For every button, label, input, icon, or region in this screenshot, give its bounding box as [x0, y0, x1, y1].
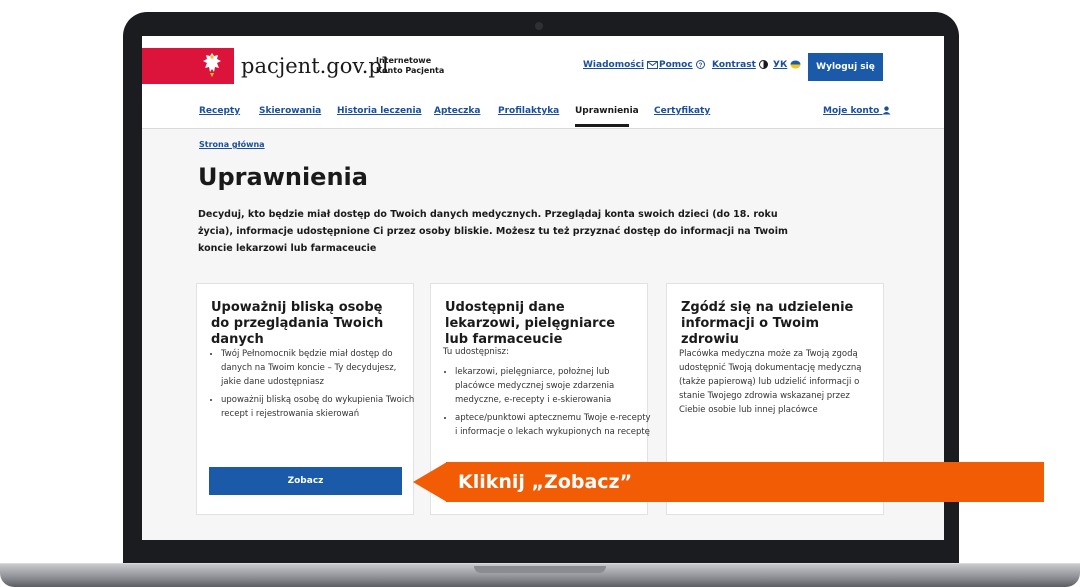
language-link[interactable]: УК	[773, 60, 801, 70]
my-account-label: Moje konto	[823, 106, 880, 116]
camera-icon	[535, 22, 543, 30]
my-account-link[interactable]: Moje konto	[823, 106, 891, 116]
svg-text:?: ?	[698, 63, 702, 69]
messages-link[interactable]: Wiadomości	[583, 60, 659, 70]
help-link[interactable]: Pomoc?	[659, 60, 705, 70]
laptop-notch	[474, 566, 606, 573]
nav-item-recepty[interactable]: Recepty	[199, 106, 240, 116]
card-lead: Tu udostępnisz:	[443, 347, 509, 357]
card-bullet-list: Twój Pełnomocnik będzie miał dostęp do d…	[209, 347, 417, 425]
callout-banner: Kliknij „Zobacz”	[446, 462, 1044, 502]
contrast-label: Kontrast	[712, 60, 756, 70]
breadcrumb-home[interactable]: Strona główna	[199, 140, 265, 149]
card-title: Zgódź się na udzielenie informacji o Two…	[681, 300, 854, 347]
callout-arrow	[413, 462, 447, 502]
list-item: lekarzowi, pielęgniarce, położnej lub pl…	[455, 365, 651, 407]
help-icon: ?	[695, 60, 705, 69]
user-icon	[882, 106, 891, 115]
contrast-icon	[758, 60, 768, 69]
nav-item-uprawnienia[interactable]: Uprawnienia	[575, 106, 639, 116]
messages-label: Wiadomości	[583, 60, 645, 70]
logo-subtitle: Internetowe Konto Pacjenta	[376, 56, 445, 75]
card-bullet-list: lekarzowi, pielęgniarce, położnej lub pl…	[443, 365, 651, 443]
list-item: aptece/punktowi aptecznemu Twoje e-recep…	[455, 411, 651, 439]
help-label: Pomoc	[659, 60, 693, 70]
active-tab-indicator	[575, 124, 629, 127]
card-text: Placówka medyczna może za Twoją zgodą ud…	[679, 349, 862, 415]
eagle-emblem-icon	[203, 53, 221, 77]
site-header: pacjent.gov.pl Internetowe Konto Pacjent…	[142, 36, 944, 86]
card-authorize-person: Upoważnij bliską osobę do przeglądania T…	[196, 283, 414, 515]
contrast-link[interactable]: Kontrast	[712, 60, 768, 70]
site-logo[interactable]: pacjent.gov.pl	[241, 54, 389, 78]
list-item: upoważnij bliską osobę do wykupienia Two…	[221, 393, 417, 421]
main-nav: Recepty Skierowania Historia leczenia Ap…	[142, 96, 944, 129]
ukraine-flag-icon	[790, 60, 801, 69]
logout-button[interactable]: Wyloguj się	[808, 53, 883, 81]
nav-item-skierowania[interactable]: Skierowania	[259, 106, 321, 116]
mail-icon	[647, 60, 659, 69]
page-title: Uprawnienia	[198, 163, 368, 191]
nav-item-historia-leczenia[interactable]: Historia leczenia	[337, 106, 422, 116]
card-title: Udostępnij dane lekarzowi, pielęgniarce …	[445, 300, 616, 347]
language-label: УК	[773, 60, 788, 70]
nav-item-profilaktyka[interactable]: Profilaktyka	[498, 106, 559, 116]
nav-item-certyfikaty[interactable]: Certyfikaty	[654, 106, 710, 116]
nav-item-apteczka[interactable]: Apteczka	[434, 106, 480, 116]
page-description: Decyduj, kto będzie miał dostęp do Twoic…	[198, 209, 788, 254]
see-button[interactable]: Zobacz	[209, 467, 402, 495]
list-item: Twój Pełnomocnik będzie miał dostęp do d…	[221, 347, 417, 389]
card-title: Upoważnij bliską osobę do przeglądania T…	[211, 300, 384, 347]
